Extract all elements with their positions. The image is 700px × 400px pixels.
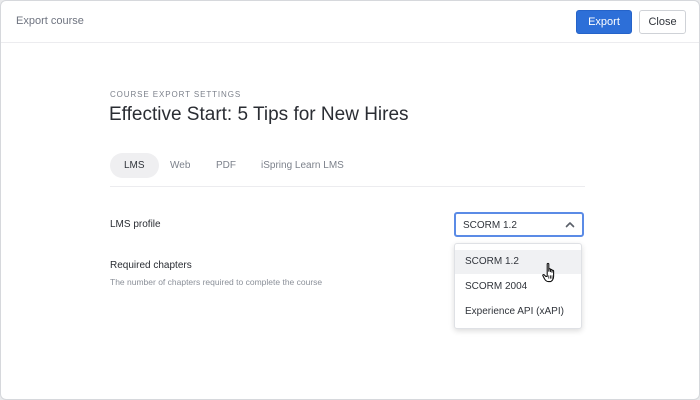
page-title: Effective Start: 5 Tips for New Hires bbox=[109, 104, 409, 125]
required-chapters-help: The number of chapters required to compl… bbox=[110, 277, 323, 287]
tab-ispring-learn-lms[interactable]: iSpring Learn LMS bbox=[261, 153, 344, 178]
tab-lms[interactable]: LMS bbox=[110, 153, 159, 178]
lms-profile-selected-value: SCORM 1.2 bbox=[463, 220, 517, 231]
dialog-header: Export course Export Close bbox=[1, 1, 699, 43]
option-experience-api[interactable]: Experience API (xAPI) bbox=[455, 300, 581, 324]
required-chapters-label: Required chapters bbox=[110, 260, 192, 271]
hand-pointer-icon bbox=[542, 262, 555, 283]
lms-profile-dropdown: SCORM 1.2 SCORM 2004 Experience API (xAP… bbox=[454, 243, 582, 329]
lms-profile-select[interactable]: SCORM 1.2 bbox=[454, 212, 584, 237]
export-target-tabs: LMS Web PDF iSpring Learn LMS bbox=[110, 153, 585, 187]
export-course-dialog: Export course Export Close COURSE EXPORT… bbox=[0, 0, 700, 400]
close-button[interactable]: Close bbox=[639, 10, 686, 34]
chevron-up-icon bbox=[565, 222, 575, 228]
export-button[interactable]: Export bbox=[576, 10, 632, 34]
option-scorm-1-2[interactable]: SCORM 1.2 bbox=[455, 250, 581, 274]
window-title: Export course bbox=[16, 15, 84, 27]
lms-profile-label: LMS profile bbox=[110, 219, 161, 230]
option-scorm-2004[interactable]: SCORM 2004 bbox=[455, 275, 581, 299]
tab-web[interactable]: Web bbox=[170, 153, 190, 178]
tab-pdf[interactable]: PDF bbox=[216, 153, 236, 178]
section-overline: COURSE EXPORT SETTINGS bbox=[110, 90, 242, 99]
